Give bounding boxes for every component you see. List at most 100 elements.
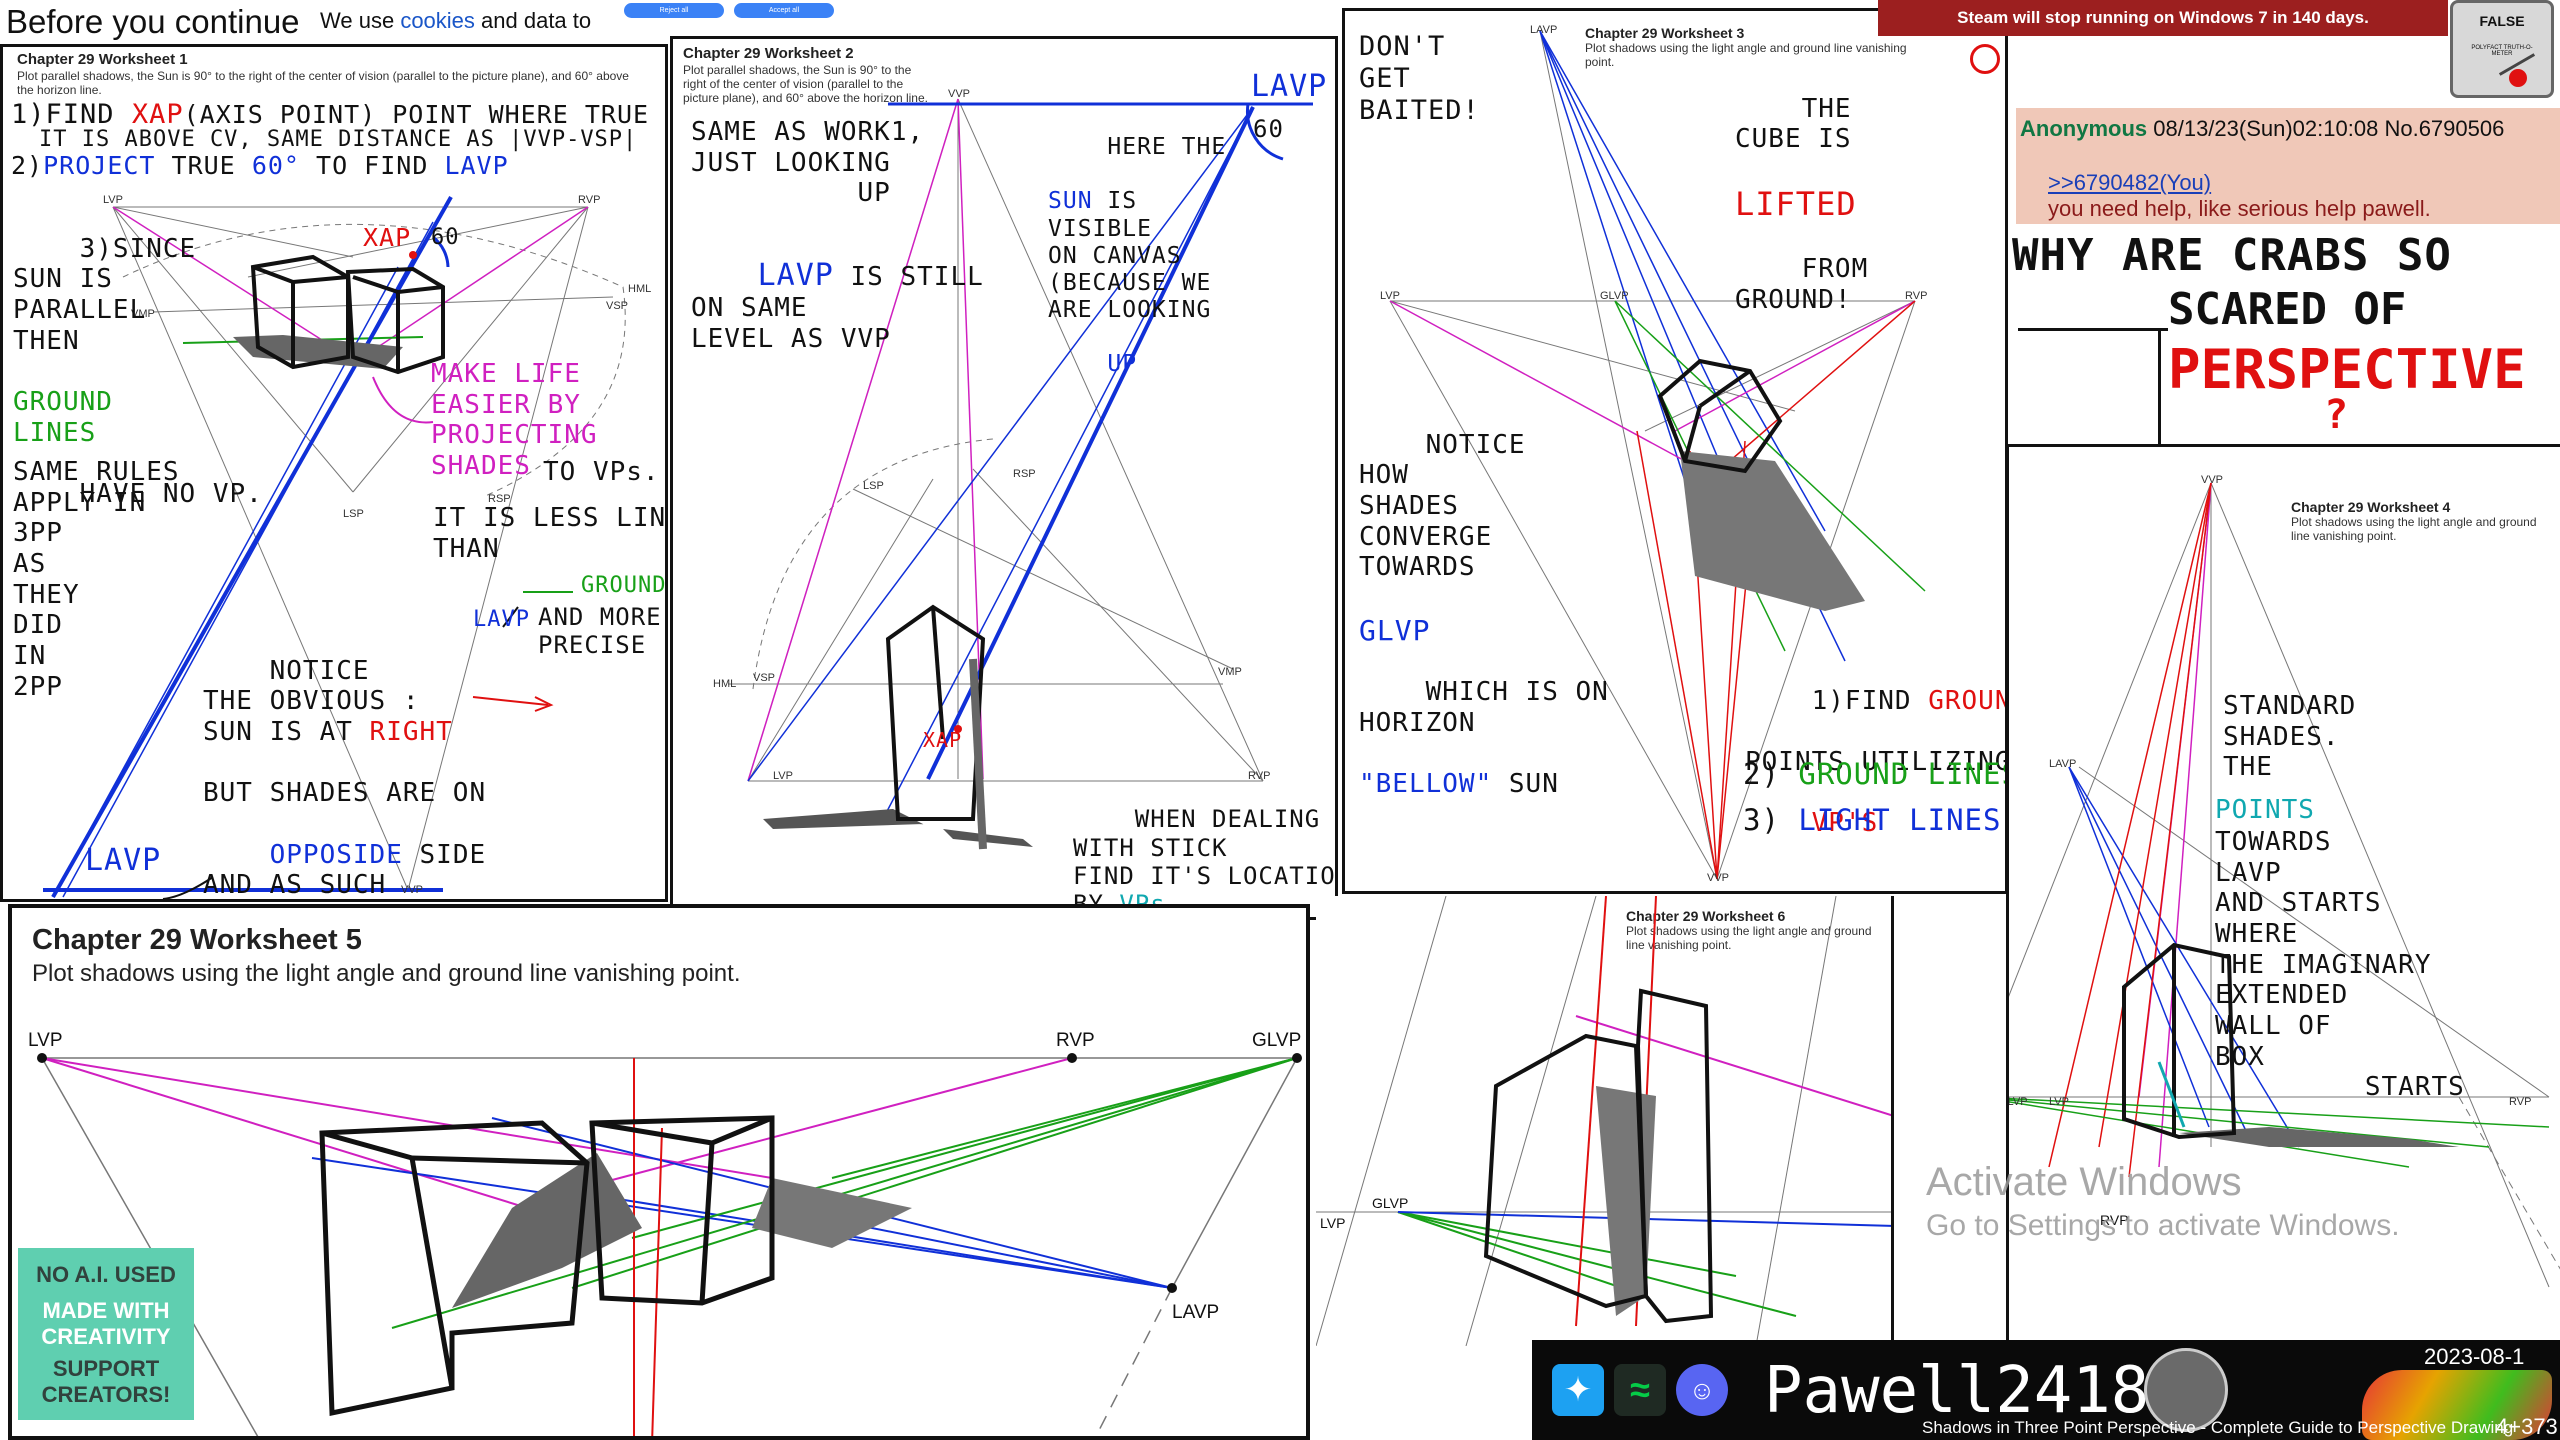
ws3-label-lavp: LAVP bbox=[1530, 24, 1557, 36]
ws1-note-6: IT IS LESS LINES THAN bbox=[433, 503, 667, 564]
ws5-drawing: LVP RVP GLVP LAVP bbox=[28, 1030, 1302, 1436]
ws1-label-vsp: VSP bbox=[606, 300, 628, 312]
ws2-label-vsp: VSP bbox=[753, 672, 775, 684]
ws4-label-lvp: LVP bbox=[2049, 1096, 2069, 1108]
ws4-label-rvp: RVP bbox=[2509, 1096, 2531, 1108]
twitter-icon[interactable]: ✦ bbox=[1552, 1364, 1604, 1416]
ws6-label-glvp: GLVP bbox=[1372, 1195, 1408, 1211]
ws6-label-lvp: LVP bbox=[1320, 1215, 1345, 1231]
activate-windows-title: Activate Windows bbox=[1926, 1160, 2242, 1204]
worksheet-2: Chapter 29 Worksheet 2 Plot parallel sha… bbox=[670, 36, 1338, 920]
ws2-label-rsp: RSP bbox=[1013, 468, 1036, 480]
ws2-label-vmp: VMP bbox=[1218, 666, 1242, 678]
ws2-note-2: LAVP IS STILL ON SAME LEVEL AS VVP bbox=[691, 257, 984, 354]
ws1-label-hml: HML bbox=[628, 283, 651, 295]
post-text: you need help, like serious help pawell. bbox=[2048, 196, 2431, 221]
post-author: Anonymous bbox=[2020, 116, 2148, 141]
worksheet-1: Chapter 29 Worksheet 1 Plot parallel sha… bbox=[0, 44, 668, 902]
ws2-label-lsp: LSP bbox=[863, 480, 884, 492]
ws5-label-lvp: LVP bbox=[28, 1030, 63, 1051]
ws2-lavp-label: LAVP bbox=[1251, 69, 1328, 104]
polygraph-label: FALSE bbox=[2479, 13, 2525, 29]
caption-divider-v bbox=[2158, 328, 2161, 444]
ws3-note-5: 2) GROUND LINES bbox=[1743, 757, 2008, 791]
worksheet-3: Chapter 29 Worksheet 3 Plot shadows usin… bbox=[1342, 8, 2008, 894]
cookie-banner: Before you continue We use cookies and d… bbox=[0, 0, 834, 40]
ws4-label-lavp: LAVP bbox=[2049, 758, 2076, 770]
ws5-label-glvp: GLVP bbox=[1252, 1030, 1301, 1051]
ws1-note-7: NOTICE THE OBVIOUS : SUN IS AT RIGHT BUT… bbox=[203, 655, 487, 901]
red-circle-annotation bbox=[1970, 44, 2000, 74]
ws2-label-hml: HML bbox=[713, 678, 736, 690]
ws2-note-1: SAME AS WORK1, JUST LOOKING UP bbox=[691, 117, 925, 209]
worksheet-5: Chapter 29 Worksheet 5 Plot shadows usin… bbox=[8, 904, 1310, 1440]
post-date: 08/13/23(Sun)02:10:08 bbox=[2153, 116, 2379, 141]
ws3-note-1: DON'T GET BAITED! bbox=[1359, 31, 1480, 126]
ws4-label-glvp: GLVP bbox=[2009, 1096, 2028, 1108]
ws3-label-glvp: GLVP bbox=[1600, 290, 1629, 302]
polygraph-meter: FALSE POLYFACT TRUTH-O-METER bbox=[2450, 0, 2554, 98]
ws1-note-2: 2)PROJECT TRUE 60° TO FIND LAVP bbox=[11, 151, 509, 180]
no-ai-badge: NO A.I. USED MADE WITH CREATIVITY SUPPOR… bbox=[18, 1248, 194, 1420]
polygraph-light bbox=[2509, 69, 2527, 87]
ws1-label-lsp: LSP bbox=[343, 508, 364, 520]
badge-line-3: CREATIVITY bbox=[41, 1324, 171, 1349]
ws2-label-lvp: LVP bbox=[773, 770, 793, 782]
post-quote-link[interactable]: >>6790482(You) bbox=[2048, 170, 2211, 196]
ws2-xap-label: XAP bbox=[923, 728, 963, 752]
ws2-note-4: WHEN DEALING WITH STICK FIND IT'S LOCATI… bbox=[1073, 805, 1336, 917]
ws3-note-2: THE CUBE IS LIFTED FROM GROUND! bbox=[1735, 93, 1869, 315]
worksheet-6: Chapter 29 Worksheet 6 Plot shadows usin… bbox=[1316, 896, 1894, 1346]
ws1-note-5b: TO VPs. bbox=[543, 457, 660, 487]
steam-notice[interactable]: Steam will stop running on Windows 7 in … bbox=[1878, 0, 2448, 36]
post-number[interactable]: No.6790506 bbox=[2384, 116, 2504, 141]
badge-line-2: MADE WITH bbox=[42, 1298, 170, 1323]
ws1-note-1b: IT IS ABOVE CV, SAME DISTANCE AS |VVP-VS… bbox=[39, 127, 638, 152]
ws6-drawing: LVP GLVP bbox=[1316, 896, 1891, 1346]
ws1-lavp-label: LAVP bbox=[85, 843, 162, 878]
cookie-banner-title: Before you continue bbox=[6, 3, 300, 40]
ws3-note-3: NOTICE HOW SHADES CONVERGE TOWARDS GLVP … bbox=[1359, 429, 1609, 800]
polygraph-sub: POLYFACT TRUTH-O-METER bbox=[2471, 45, 2533, 57]
stream-date: 2023-08-1 bbox=[2424, 1344, 2525, 1369]
ws2-label-vvp: VVP bbox=[948, 88, 970, 100]
stream-count: 4+373 bbox=[2496, 1414, 2558, 1439]
accept-all-button[interactable]: Accept all bbox=[734, 3, 834, 18]
cookie-banner-text: We use cookies and data to bbox=[320, 8, 592, 33]
caption: WHY ARE CRABS SO SCARED OF PERSPECTIVE ? bbox=[2008, 224, 2560, 444]
ws1-label-rvp: RVP bbox=[578, 194, 600, 206]
deviantart-icon[interactable]: ≈ bbox=[1614, 1364, 1666, 1416]
caption-question-mark: ? bbox=[2324, 392, 2349, 438]
activate-windows: Activate Windows Go to Settings to activ… bbox=[1926, 1160, 2400, 1243]
post-header: Anonymous 08/13/23(Sun)02:10:08 No.67905… bbox=[2020, 116, 2504, 142]
ws5-label-rvp: RVP bbox=[1056, 1030, 1095, 1051]
ws4-note-3: TOWARDS LAVP AND STARTS WHERE THE IMAGIN… bbox=[2215, 827, 2465, 1103]
caption-divider bbox=[2018, 328, 2168, 331]
ws1-note-6d: AND MORE PRECISE bbox=[538, 603, 662, 660]
ws3-label-vvp: VVP bbox=[1707, 872, 1729, 884]
ws1-note-6b: GROUND bbox=[581, 573, 667, 598]
reject-all-button[interactable]: Reject all bbox=[624, 3, 724, 18]
ws2-angle-label: 60 bbox=[1253, 115, 1284, 143]
ws4-note-1: STANDARD SHADES. THE bbox=[2223, 691, 2357, 783]
discord-icon[interactable]: ☺ bbox=[1676, 1364, 1728, 1416]
badge-line-4: SUPPORT bbox=[52, 1356, 160, 1381]
worksheet-4: Chapter 29 Worksheet 4 Plot shadows usin… bbox=[2006, 444, 2560, 1440]
activate-windows-sub: Go to Settings to activate Windows. bbox=[1926, 1209, 2400, 1242]
stream-bar: ✦ ≈ ☺ Pawell2418 2023-08-1 Shadows in Th… bbox=[1532, 1340, 2560, 1440]
stream-footer-title: Shadows in Three Point Perspective - Com… bbox=[1922, 1418, 2514, 1437]
badge-line-5: CREATORS! bbox=[41, 1382, 171, 1407]
cookies-link[interactable]: cookies bbox=[400, 8, 475, 33]
ws1-angle-label: 60 bbox=[431, 225, 460, 250]
caption-line-1: WHY ARE CRABS SO bbox=[2012, 230, 2452, 281]
ws3-label-lvp: LVP bbox=[1380, 290, 1400, 302]
ws4-label-vvp: VVP bbox=[2201, 474, 2223, 486]
ws4-note-2: POINTS bbox=[2215, 795, 2315, 825]
caption-line-2: SCARED OF bbox=[2168, 284, 2407, 335]
ws3-note-6: 3) LIGHT LINES bbox=[1743, 803, 2002, 837]
ws5-label-lavp: LAVP bbox=[1172, 1302, 1219, 1323]
ws3-label-rvp: RVP bbox=[1905, 290, 1927, 302]
ws1-note-4: SAME RULES APPLY IN 3PP AS THEY DID IN 2… bbox=[13, 457, 180, 702]
ws2-note-3: HERE THE SUN IS VISIBLE ON CANVAS (BECAU… bbox=[1048, 134, 1227, 378]
streamer-name: Pawell2418 bbox=[1764, 1354, 2150, 1428]
